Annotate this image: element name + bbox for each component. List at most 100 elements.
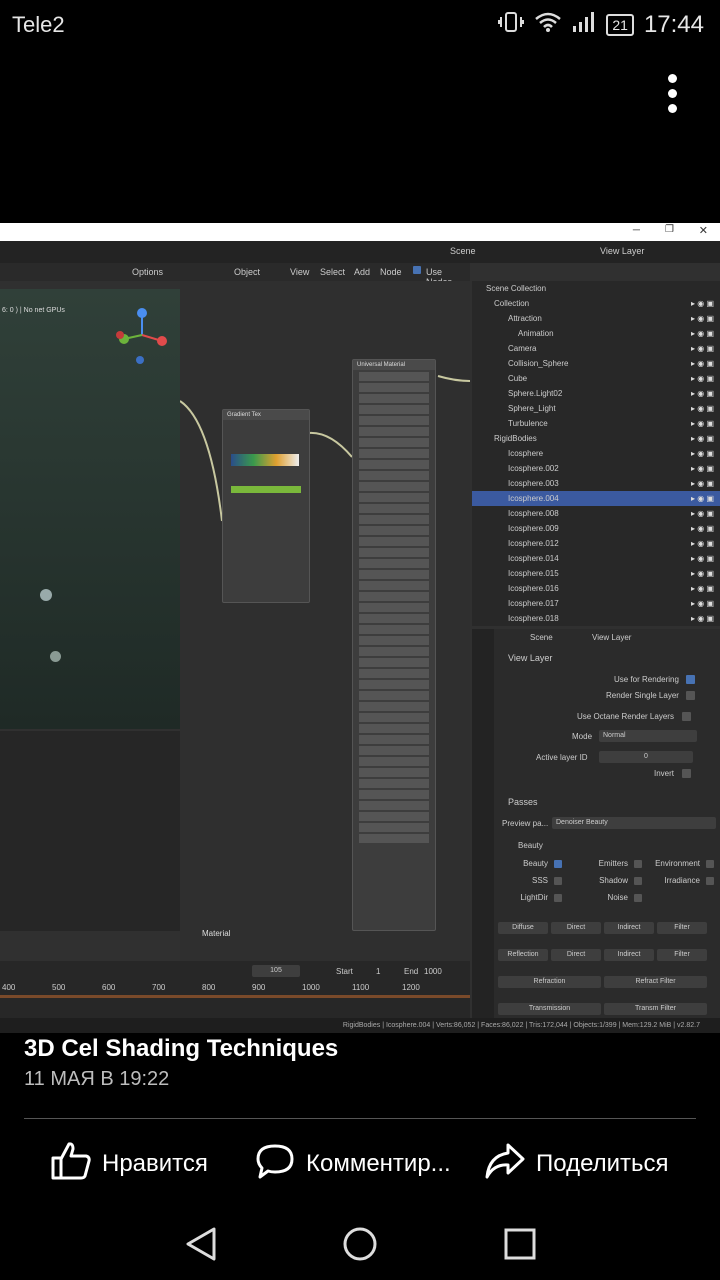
node-field[interactable] [359,702,429,711]
node-field[interactable] [359,647,429,656]
3d-viewport[interactable]: 6: 0 ) | No net GPUs [0,289,180,729]
node-field[interactable] [359,537,429,546]
visibility-icon[interactable]: ▸ ◉ ▣ [691,506,714,521]
shader-node-editor[interactable]: Gradient Tex Universal Material Material [180,281,470,971]
visibility-icon[interactable]: ▸ ◉ ▣ [691,581,714,596]
post-photo[interactable]: ─ ❐ ✕ Scene View Layer Options Object Vi… [0,223,720,1033]
node-field[interactable] [359,691,429,700]
pass-button[interactable]: Transm Filter [604,1003,707,1015]
visibility-icon[interactable]: ▸ ◉ ▣ [691,566,714,581]
like-button[interactable]: Нравится [50,1141,208,1186]
visibility-icon[interactable]: ▸ ◉ ▣ [691,296,714,311]
comment-button[interactable]: Комментир... [254,1142,451,1186]
active-layer-id-field[interactable]: 0 [599,751,693,763]
beauty-pass-checkbox[interactable] [554,860,562,868]
visibility-icon[interactable]: ▸ ◉ ▣ [691,326,714,341]
end-value[interactable]: 1000 [424,967,442,976]
universal-material-node[interactable]: Universal Material [352,359,436,931]
close-icon[interactable]: ✕ [699,224,708,237]
visibility-icon[interactable]: ▸ ◉ ▣ [691,386,714,401]
outliner-row[interactable]: RigidBodies ▸ ◉ ▣ [472,431,720,446]
node-field[interactable] [359,504,429,513]
visibility-icon[interactable]: ▸ ◉ ▣ [691,551,714,566]
node-field[interactable] [359,581,429,590]
node-field[interactable] [359,405,429,414]
maximize-icon[interactable]: ❐ [665,224,674,235]
outliner-row[interactable]: Icosphere.014 ▸ ◉ ▣ [472,551,720,566]
node-field[interactable] [359,614,429,623]
use-octane-layers-checkbox[interactable] [682,712,691,721]
node-field[interactable] [359,757,429,766]
pass-button[interactable]: Direct [551,949,601,961]
outliner-row[interactable]: Sphere.Light02 ▸ ◉ ▣ [472,386,720,401]
beauty-pass-checkbox[interactable] [634,894,642,902]
object-dropdown[interactable]: Object [234,267,260,277]
node-field[interactable] [359,658,429,667]
visibility-icon[interactable]: ▸ ◉ ▣ [691,521,714,536]
outliner-row[interactable]: Cube ▸ ◉ ▣ [472,371,720,386]
outliner-row[interactable]: Sphere_Light ▸ ◉ ▣ [472,401,720,416]
color-stop[interactable] [231,486,301,493]
beauty-pass-checkbox[interactable] [634,860,642,868]
menu-add[interactable]: Add [354,267,370,277]
visibility-icon[interactable]: ▸ ◉ ▣ [691,401,714,416]
node-field[interactable] [359,482,429,491]
menu-node[interactable]: Node [380,267,402,277]
pass-button[interactable]: Refraction [498,976,601,988]
node-field[interactable] [359,493,429,502]
current-frame-field[interactable]: 105 [252,965,300,977]
pass-button[interactable]: Reflection [498,949,548,961]
pass-button[interactable]: Filter [657,949,707,961]
node-field[interactable] [359,416,429,425]
node-field[interactable] [359,625,429,634]
timeline[interactable]: 105 Start 1 End 1000 400 500 600 700 800 900 1… [0,961,470,1021]
node-field[interactable] [359,636,429,645]
node-field[interactable] [359,559,429,568]
visibility-icon[interactable]: ▸ ◉ ▣ [691,611,714,626]
outliner-row[interactable]: Icosphere.004 ▸ ◉ ▣ [472,491,720,506]
beauty-pass-checkbox[interactable] [706,877,714,885]
pass-button[interactable]: Direct [551,922,601,934]
more-options-icon[interactable] [662,74,682,122]
properties-tabs[interactable] [472,629,494,1019]
visibility-icon[interactable]: ▸ ◉ ▣ [691,371,714,386]
node-field[interactable] [359,713,429,722]
node-field[interactable] [359,669,429,678]
outliner-row[interactable]: Icosphere.008 ▸ ◉ ▣ [472,506,720,521]
beauty-section[interactable]: Beauty [518,841,543,850]
visibility-icon[interactable]: ▸ ◉ ▣ [691,431,714,446]
options-dropdown[interactable]: Options [132,267,163,277]
props-scene[interactable]: Scene [530,633,553,642]
recents-icon[interactable] [504,1228,536,1260]
node-field[interactable] [359,823,429,832]
node-field[interactable] [359,790,429,799]
node-field[interactable] [359,515,429,524]
node-field[interactable] [359,526,429,535]
view-layer-selector[interactable]: View Layer [600,246,644,256]
view-layer-section[interactable]: View Layer [508,653,552,663]
menu-view[interactable]: View [290,267,309,277]
node-field[interactable] [359,471,429,480]
outliner-row[interactable]: Turbulence ▸ ◉ ▣ [472,416,720,431]
node-field[interactable] [359,603,429,612]
visibility-icon[interactable]: ▸ ◉ ▣ [691,356,714,371]
use-for-rendering-checkbox[interactable] [686,675,695,684]
visibility-icon[interactable]: ▸ ◉ ▣ [691,491,714,506]
node-field[interactable] [359,460,429,469]
start-value[interactable]: 1 [376,967,380,976]
node-field[interactable] [359,372,429,381]
visibility-icon[interactable]: ▸ ◉ ▣ [691,416,714,431]
beauty-pass-checkbox[interactable] [554,877,562,885]
node-field[interactable] [359,548,429,557]
visibility-icon[interactable]: ▸ ◉ ▣ [691,476,714,491]
minimize-icon[interactable]: ─ [633,225,640,236]
beauty-pass-checkbox[interactable] [706,860,714,868]
outliner-row[interactable]: Collection ▸ ◉ ▣ [472,296,720,311]
node-field[interactable] [359,779,429,788]
gradient-node[interactable]: Gradient Tex [222,409,310,603]
node-field[interactable] [359,768,429,777]
outliner-panel[interactable]: Scene Collection Collection ▸ ◉ ▣ Attracti… [472,281,720,626]
mode-dropdown[interactable]: Normal [599,730,697,742]
beauty-pass-checkbox[interactable] [554,894,562,902]
visibility-icon[interactable]: ▸ ◉ ▣ [691,311,714,326]
